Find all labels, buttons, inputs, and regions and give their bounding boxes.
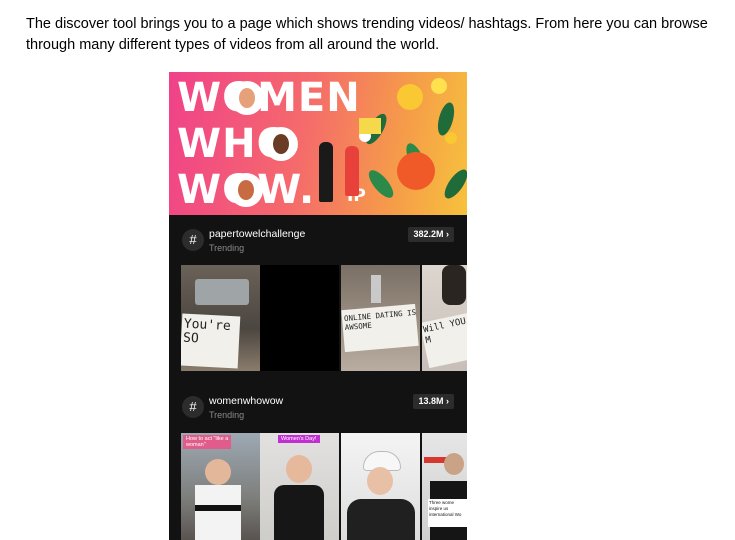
video-thumbnail[interactable]: You're SO	[181, 265, 260, 371]
hashtag-name[interactable]: womenwhowow	[209, 395, 283, 407]
handwritten-card: ONLINE DATING IS AWSOME	[341, 303, 419, 353]
video-thumbnail[interactable]: Women's Day!	[260, 433, 339, 540]
face-illustration	[444, 453, 464, 475]
person-illustration	[442, 265, 466, 305]
face-illustration	[205, 459, 231, 485]
leaf-icon	[440, 166, 467, 202]
flower-icon	[397, 152, 435, 190]
chevron-right-icon: ›	[446, 229, 449, 239]
hashtag-count: 382.2M	[413, 229, 444, 239]
person-illustration	[319, 142, 333, 202]
hashtag-status: Trending	[209, 410, 245, 420]
jacket-illustration	[347, 499, 415, 540]
leaf-icon	[364, 166, 398, 202]
campaign-banner[interactable]: WOMEN WHO WOW. IP	[169, 72, 467, 215]
handwritten-card: Will YOU M	[422, 311, 467, 369]
karate-uniform	[195, 485, 241, 540]
flower-icon	[397, 84, 423, 110]
discover-screenshot: WOMEN WHO WOW. IP # papertowelchallenge …	[169, 72, 467, 540]
portrait-illustration	[230, 81, 264, 115]
banner-line-1: WOMEN	[177, 75, 361, 121]
hashtag-count-button[interactable]: 13.8M ›	[413, 394, 454, 409]
hashtag-name[interactable]: papertowelchallenge	[209, 228, 305, 240]
hashtag-icon: #	[182, 396, 204, 418]
flower-icon	[431, 78, 447, 94]
intro-paragraph: The discover tool brings you to a page w…	[26, 16, 708, 53]
video-thumbnail[interactable]: Three wome inspire us international Wo	[422, 433, 467, 540]
video-caption: Three wome inspire us international Wo	[428, 499, 467, 527]
portrait-illustration	[229, 173, 263, 207]
video-thumbnail[interactable]	[260, 265, 339, 371]
hoodie-illustration	[274, 485, 324, 540]
video-thumbnail[interactable]: Will YOU M	[422, 265, 467, 371]
face-illustration	[286, 455, 312, 483]
sink-illustration	[195, 279, 249, 305]
hashtag-section: # womenwhowow Trending 13.8M › How to ac…	[169, 382, 467, 540]
flag-icon	[359, 118, 381, 134]
portrait-illustration	[264, 127, 298, 161]
video-caption: How to act "like a woman"	[183, 435, 232, 449]
video-thumbnail[interactable]: How to act "like a woman"	[181, 433, 260, 540]
tap-illustration	[371, 275, 381, 303]
flower-icon	[445, 132, 457, 144]
video-thumbnail[interactable]	[341, 433, 420, 540]
hashtag-count-button[interactable]: 382.2M ›	[408, 227, 454, 242]
chevron-right-icon: ›	[446, 396, 449, 406]
belt-illustration	[195, 505, 241, 511]
hashtag-count: 13.8M	[418, 396, 444, 406]
hashtag-status: Trending	[209, 243, 245, 253]
face-illustration	[367, 467, 393, 495]
person-illustration	[345, 146, 359, 196]
video-caption: Women's Day!	[278, 435, 320, 443]
hashtag-icon: #	[182, 229, 204, 251]
video-thumbnail[interactable]: ONLINE DATING IS AWSOME	[341, 265, 420, 371]
handwritten-card: You're SO	[181, 313, 241, 369]
